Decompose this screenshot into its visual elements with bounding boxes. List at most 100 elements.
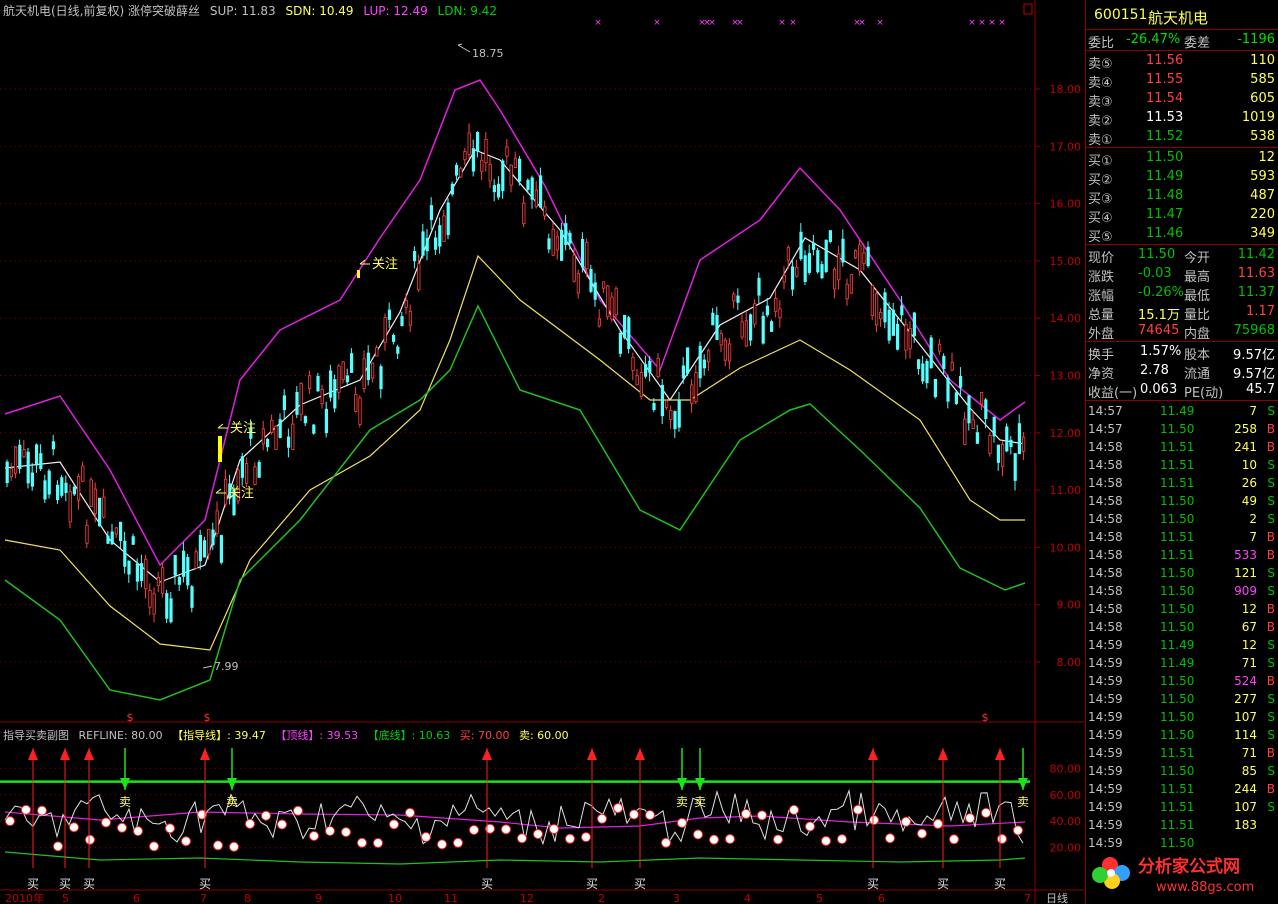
candle-body: [980, 392, 984, 405]
signal-dot: [501, 824, 511, 835]
candle-body: [291, 423, 295, 451]
candle-body: [799, 231, 803, 260]
quote-row: 总量 15.1万 量比 1.17: [1086, 303, 1278, 323]
candle-body: [144, 558, 148, 590]
bid-price: 11.46: [1146, 226, 1184, 241]
tick-price: 11.50: [1160, 602, 1195, 616]
signal-dot: [469, 824, 479, 835]
event-marker: ×: [736, 18, 744, 28]
candle-body: [89, 479, 93, 507]
candle-body: [631, 356, 635, 371]
signal-dot: [581, 832, 591, 843]
date-tick-label: 6: [878, 892, 885, 904]
bid-row: 买⑤ 11.46 349: [1086, 225, 1278, 245]
candle-body: [896, 323, 900, 350]
signal-dot: [53, 841, 63, 852]
candle-body: [106, 535, 110, 544]
signal-dot: [757, 810, 767, 821]
tick-volume: 7: [1249, 404, 1257, 418]
ask-price: 11.56: [1146, 53, 1184, 68]
signal-dot: [69, 822, 79, 833]
tick-side: S: [1267, 764, 1275, 778]
signal-dot: [37, 805, 47, 816]
kline-chart-area[interactable]: 18.00 17.00 16.00 15.00 14.00 13.00 12.00 11.00…: [0, 0, 1084, 904]
candle-body: [501, 160, 505, 192]
buy-label: 买: [867, 877, 879, 891]
tick-price: 11.50: [1160, 764, 1195, 778]
signal-dot: [213, 840, 223, 851]
candle-body: [400, 316, 404, 327]
tick-side: S: [1267, 512, 1275, 526]
signal-dot: [741, 808, 751, 819]
divider: [1086, 244, 1278, 245]
candle-body: [572, 254, 576, 282]
candle-body: [22, 449, 26, 458]
buy-label: 买: [199, 877, 211, 891]
tick-side: S: [1267, 566, 1275, 580]
bid-row: 买① 11.50 12: [1086, 149, 1278, 169]
tick-volume: 7: [1249, 530, 1257, 544]
signal-dot: [661, 837, 671, 848]
candle-body: [996, 444, 1001, 463]
tick-volume: 277: [1234, 692, 1257, 706]
candle-body: [282, 395, 287, 411]
fund-value: 0.063: [1140, 382, 1178, 397]
candle-body: [341, 361, 345, 380]
candle-body: [429, 205, 434, 221]
quote-value: 11.50: [1138, 247, 1176, 262]
candle-body: [912, 312, 917, 337]
candle-body: [711, 312, 715, 326]
chart-title: 航天机电(日线,前复权) 涨停突破薛丝: [3, 4, 200, 18]
candle-body: [177, 577, 181, 585]
tick-side: S: [1267, 494, 1275, 508]
candle-body: [942, 355, 946, 370]
signal-dot: [245, 818, 255, 829]
bid-volume: 349: [1250, 226, 1275, 241]
signal-dot: [693, 829, 703, 840]
signal-dot: [725, 834, 735, 845]
tick-price: 11.50: [1160, 620, 1195, 634]
candle-body: [837, 253, 841, 281]
candle-body: [992, 416, 996, 437]
candle-body: [564, 223, 568, 246]
candle-body: [635, 375, 639, 386]
candle-body: [707, 350, 711, 363]
fund-value: 9.57亿: [1233, 367, 1275, 382]
candle-body: [312, 424, 316, 434]
candle-body: [438, 225, 442, 247]
candle-body: [954, 392, 959, 404]
candle-body: [198, 534, 202, 562]
candle-body: [929, 337, 933, 368]
chart-header: 航天机电(日线,前复权) 涨停突破薛丝 SUP: 11.83 SDN: 10.4…: [3, 2, 503, 19]
candle-body: [72, 486, 76, 495]
candle-body: [723, 339, 728, 361]
quote-label: 内盘: [1184, 327, 1211, 342]
quote-value: 11.63: [1237, 266, 1275, 281]
tick-time: 14:58: [1088, 566, 1123, 580]
sdn-value: SDN: 10.49: [285, 4, 354, 18]
candle-body: [328, 370, 333, 398]
date-tick-label: 11: [444, 892, 458, 904]
candle-body: [665, 400, 669, 408]
tick-volume: 67: [1241, 620, 1257, 634]
candle-body: [950, 361, 954, 371]
quote-panel: 600151 航天机电 委比 -26.47% 委差 -1196 卖⑤ 11.56 1…: [1085, 0, 1278, 904]
tick-volume: 241: [1234, 440, 1257, 454]
quote-value: 11.42: [1237, 247, 1275, 262]
candle-body: [349, 353, 354, 373]
candle-body: [261, 428, 266, 445]
candle-body: [870, 285, 875, 316]
event-marker: ×: [594, 18, 602, 28]
candle-body: [820, 264, 824, 279]
tick-time: 14:58: [1088, 494, 1123, 508]
candle-body: [891, 309, 896, 336]
candle-body: [244, 463, 249, 484]
signal-dot: [405, 807, 415, 818]
ask-label: 卖③: [1088, 95, 1113, 110]
quote-row: 现价 11.50 今开 11.42: [1086, 246, 1278, 266]
tick-time: 14:59: [1088, 674, 1123, 688]
candle-body: [879, 312, 883, 320]
watch-label: 关注: [230, 421, 256, 436]
tick-price: 11.50: [1160, 692, 1195, 706]
candle-body: [467, 132, 471, 156]
